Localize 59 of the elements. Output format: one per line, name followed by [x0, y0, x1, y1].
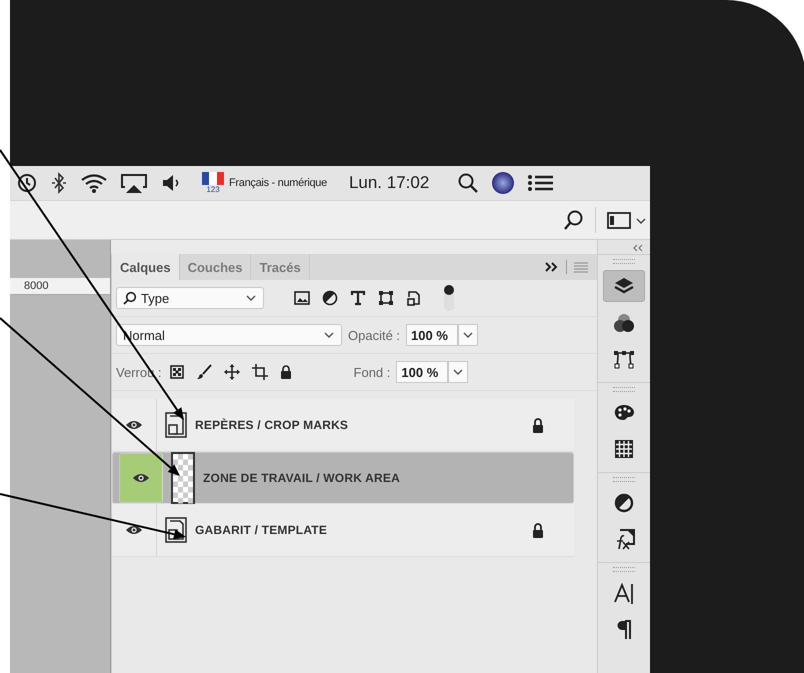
channels-icon [613, 312, 635, 334]
french-flag-icon [202, 172, 224, 185]
eye-icon[interactable] [132, 471, 150, 485]
filter-dropdown[interactable]: Type [116, 287, 264, 309]
lock-icon[interactable] [532, 522, 544, 538]
type-icon[interactable] [350, 290, 366, 306]
caret-icon [323, 330, 335, 340]
layers-panel-button[interactable] [603, 270, 645, 302]
transparent-layer-thumbnail-icon [171, 452, 195, 504]
layer-name: ZONE DE TRAVAIL / WORK AREA [203, 471, 400, 485]
search-icon [123, 291, 137, 305]
siri-icon[interactable] [491, 171, 516, 195]
layer-name: GABARIT / TEMPLATE [195, 523, 328, 537]
path-nodes-icon [613, 348, 635, 370]
fill-dropdown-button[interactable] [448, 361, 468, 383]
workspace-icon[interactable] [606, 209, 646, 231]
adjustment-icon[interactable] [322, 290, 338, 306]
eye-icon[interactable] [125, 418, 143, 432]
fill-field[interactable]: 100 % [396, 361, 448, 383]
image-icon[interactable] [294, 291, 310, 305]
filter-toggle[interactable] [444, 285, 454, 311]
fill-label: Fond : [354, 364, 390, 380]
brush-icon[interactable] [196, 364, 212, 380]
opacity-label: Opacité : [348, 328, 400, 342]
menu-bar-clock[interactable]: Lun. 17:02 [348, 173, 430, 193]
lock-icon[interactable] [280, 365, 292, 379]
ruler-label: 8000 [24, 280, 48, 292]
search-icon[interactable] [457, 172, 480, 194]
layer-row[interactable]: REPÈRES / CROP MARKS [112, 399, 574, 452]
smart-object-thumbnail-icon [165, 412, 187, 438]
eye-icon[interactable] [125, 523, 143, 537]
move-icon[interactable] [224, 364, 240, 380]
panel-tab[interactable]: Calques [112, 254, 180, 280]
layer-name: REPÈRES / CROP MARKS [195, 418, 348, 432]
crop-icon[interactable] [252, 364, 268, 380]
search-icon[interactable] [563, 209, 585, 231]
wifi-icon[interactable] [80, 172, 108, 194]
caret-icon [245, 293, 257, 303]
checkerboard-icon[interactable] [170, 365, 184, 379]
lock-icon[interactable] [532, 418, 544, 432]
caret-icon [462, 330, 474, 340]
character-icon [613, 582, 635, 604]
adjustment-icon [613, 492, 635, 514]
bluetooth-icon[interactable] [50, 172, 68, 194]
opacity-field[interactable]: 100 % [406, 324, 458, 346]
collapse-chevrons-icon[interactable] [544, 261, 560, 273]
grid-icon [613, 438, 635, 460]
caret-icon [452, 367, 464, 377]
screen-mirroring-icon[interactable] [120, 172, 148, 194]
input-source-number: 123 [206, 185, 220, 194]
menu-icon[interactable] [527, 173, 556, 193]
layer-row[interactable]: ZONE DE TRAVAIL / WORK AREA [112, 452, 574, 504]
layer-row[interactable]: GABARIT / TEMPLATE [112, 504, 574, 557]
input-source-label: Français - numérique [229, 177, 327, 189]
opacity-dropdown-button[interactable] [458, 324, 478, 346]
smart-object-icon[interactable] [406, 290, 422, 306]
expand-chevrons-icon[interactable] [632, 244, 644, 252]
input-source-menu[interactable]: 123 Français - numérique [202, 172, 327, 194]
shape-icon[interactable] [378, 290, 394, 306]
